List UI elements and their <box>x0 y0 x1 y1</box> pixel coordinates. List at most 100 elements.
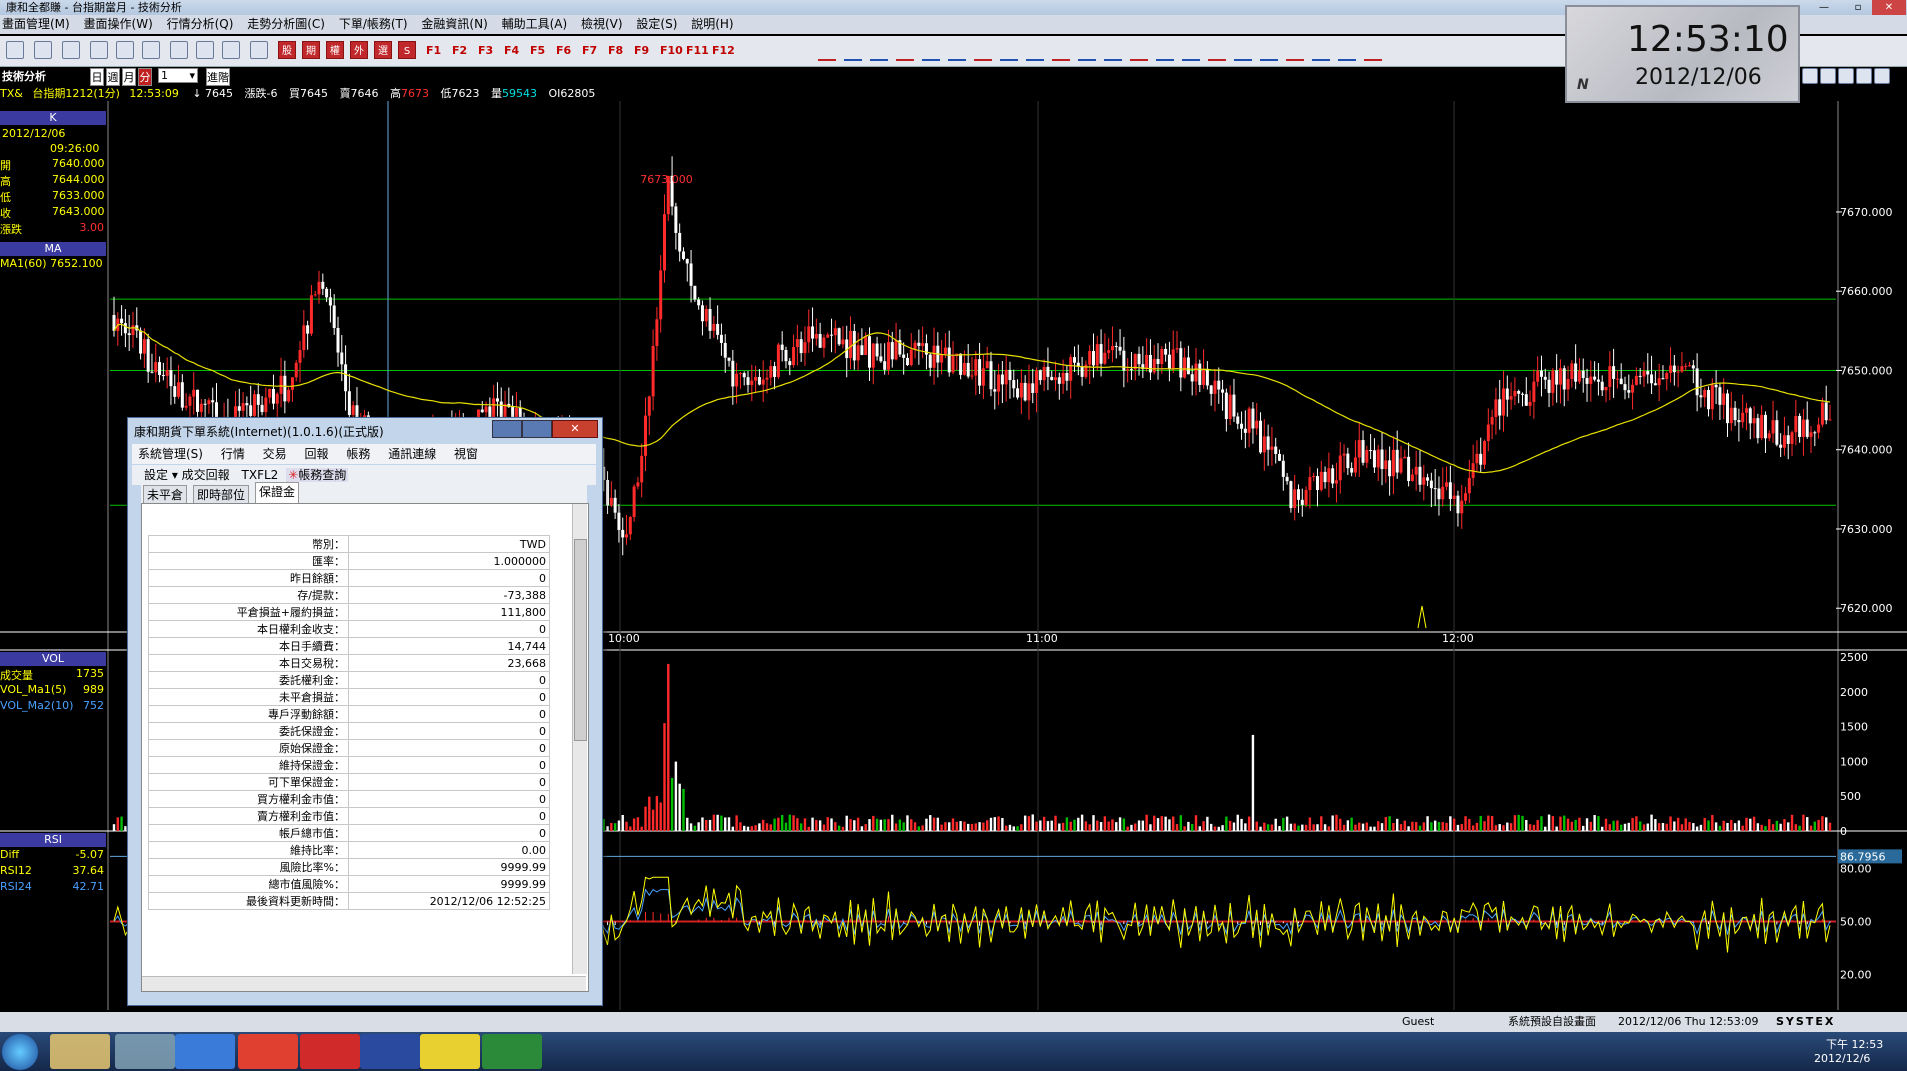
dialog-account-query-button[interactable]: ✳帳務查詢 <box>286 468 349 482</box>
menu-item-trend-chart[interactable]: 走勢分析圖(C) <box>245 15 333 34</box>
tab-realtime-positions[interactable]: 即時部位 <box>193 485 250 504</box>
drawing-tool-icon[interactable] <box>1156 43 1174 61</box>
function-key-f3[interactable]: F3 <box>478 44 493 57</box>
dialog-menu-account[interactable]: 帳務 <box>346 447 370 461</box>
period-tab-minute[interactable]: 分 <box>138 68 152 86</box>
function-key-f10[interactable]: F10 <box>660 44 683 57</box>
menu-item-screen-ops[interactable]: 畫面操作(W) <box>82 15 161 34</box>
menu-item-quote-analysis[interactable]: 行情分析(Q) <box>165 15 242 34</box>
grid-icon[interactable] <box>116 41 134 59</box>
window-icon[interactable] <box>6 41 24 59</box>
drawing-tool-icon[interactable] <box>1260 43 1278 61</box>
drawing-tool-icon[interactable] <box>1182 43 1200 61</box>
zoom-icon[interactable] <box>1802 68 1818 84</box>
drawing-tool-icon[interactable] <box>870 43 888 61</box>
concord-logo-icon[interactable] <box>250 41 268 59</box>
drawing-tool-icon[interactable] <box>1026 43 1044 61</box>
advanced-button[interactable]: 進階 <box>206 68 230 86</box>
function-key-f7[interactable]: F7 <box>582 44 597 57</box>
futures-button[interactable]: 期 <box>302 41 320 59</box>
dialog-menu-report[interactable]: 回報 <box>305 447 329 461</box>
menu-item-order-account[interactable]: 下單/帳務(T) <box>337 15 416 34</box>
dialog-minimize-button[interactable] <box>492 420 522 438</box>
lightning-app-icon[interactable] <box>420 1034 480 1069</box>
drawing-tool-icon[interactable] <box>844 43 862 61</box>
drawing-tool-icon[interactable] <box>1208 43 1226 61</box>
options-button[interactable]: 選 <box>374 41 392 59</box>
menu-item-tools[interactable]: 輔助工具(A) <box>500 15 576 34</box>
function-key-f5[interactable]: F5 <box>530 44 545 57</box>
drawing-tool-icon[interactable] <box>1338 43 1356 61</box>
drawing-tool-icon[interactable] <box>1078 43 1096 61</box>
function-key-f12[interactable]: F12 <box>712 44 735 57</box>
drawing-tool-icon[interactable] <box>948 43 966 61</box>
warrant-button[interactable]: 權 <box>326 41 344 59</box>
drawing-tool-icon[interactable] <box>1364 43 1382 61</box>
drawing-tool-icon[interactable] <box>1104 43 1122 61</box>
function-key-f1[interactable]: F1 <box>426 44 441 57</box>
function-key-f2[interactable]: F2 <box>452 44 467 57</box>
excel-icon[interactable] <box>482 1034 542 1069</box>
function-key-f6[interactable]: F6 <box>556 44 571 57</box>
app-icon[interactable] <box>115 1034 175 1069</box>
dialog-menu-trade[interactable]: 交易 <box>263 447 287 461</box>
stock-button[interactable]: 股 <box>278 41 296 59</box>
period-tab-day[interactable]: 日 <box>90 68 104 86</box>
period-tab-month[interactable]: 月 <box>122 68 136 86</box>
dialog-maximize-button[interactable] <box>522 420 552 438</box>
dialog-menu-window[interactable]: 視窗 <box>454 447 478 461</box>
print-icon[interactable] <box>1820 68 1836 84</box>
drawing-tool-icon[interactable] <box>896 43 914 61</box>
drawing-tool-icon[interactable] <box>1286 43 1304 61</box>
search-icon[interactable] <box>62 41 80 59</box>
chrome-icon[interactable] <box>238 1034 298 1069</box>
maximize-button[interactable]: ▫ <box>1841 0 1875 15</box>
file-explorer-icon[interactable] <box>50 1034 110 1069</box>
order-dialog[interactable]: 康和期貨下單系統(Internet)(1.0.1.6)(正式版) ✕ 系統管理(… <box>127 417 603 1006</box>
dialog-close-button[interactable]: ✕ <box>552 420 598 438</box>
menu-item-help[interactable]: 說明(H) <box>689 15 741 34</box>
maximize-icon[interactable] <box>1856 68 1872 84</box>
tab-open-positions[interactable]: 未平倉 <box>143 485 188 504</box>
drawing-tool-icon[interactable] <box>1234 43 1252 61</box>
menu-item-view[interactable]: 檢視(V) <box>579 15 631 34</box>
function-key-f11[interactable]: F11 <box>686 44 709 57</box>
s-button[interactable]: S <box>398 41 416 59</box>
dialog-menu-quote[interactable]: 行情 <box>221 447 245 461</box>
foreign-button[interactable]: 外 <box>350 41 368 59</box>
table-icon[interactable] <box>142 41 160 59</box>
restore-icon[interactable] <box>1838 68 1854 84</box>
drawing-tool-icon[interactable] <box>1130 43 1148 61</box>
calendar-icon[interactable] <box>222 41 240 59</box>
minimize-button[interactable]: — <box>1807 0 1841 15</box>
close-icon[interactable] <box>1874 68 1890 84</box>
close-button[interactable]: ✕ <box>1872 0 1906 15</box>
tab-margin[interactable]: 保證金 <box>255 482 300 504</box>
dialog-menu-connection[interactable]: 通訊連線 <box>388 447 436 461</box>
settings-icon[interactable] <box>34 41 52 59</box>
dialog-settings-button[interactable]: 設定 <box>144 468 168 482</box>
menu-item-settings[interactable]: 設定(S) <box>634 15 685 34</box>
report-icon[interactable] <box>196 41 214 59</box>
concord-icon[interactable] <box>360 1034 420 1069</box>
function-key-f9[interactable]: F9 <box>634 44 649 57</box>
close-icon[interactable] <box>90 41 108 59</box>
dialog-menu-system[interactable]: 系統管理(S) <box>138 447 203 461</box>
dialog-fills-button[interactable]: 成交回報 <box>182 468 230 482</box>
interval-select[interactable]: 1 ▾ <box>158 68 198 83</box>
drawing-tool-icon[interactable] <box>1312 43 1330 61</box>
drawing-tool-icon[interactable] <box>974 43 992 61</box>
flash-app-icon[interactable] <box>300 1034 360 1069</box>
drawing-tool-icon[interactable] <box>1052 43 1070 61</box>
drawing-tool-icon[interactable] <box>818 43 836 61</box>
horizontal-scrollbar[interactable] <box>142 976 586 991</box>
period-tab-week[interactable]: 週 <box>106 68 120 86</box>
function-key-f4[interactable]: F4 <box>504 44 519 57</box>
coin-icon[interactable] <box>170 41 188 59</box>
vertical-scrollbar[interactable] <box>572 504 587 974</box>
function-key-f8[interactable]: F8 <box>608 44 623 57</box>
drawing-tool-icon[interactable] <box>1000 43 1018 61</box>
menu-item-financial-info[interactable]: 金融資訊(N) <box>419 15 495 34</box>
menu-item-screen-manage[interactable]: 畫面管理(M) <box>0 15 78 34</box>
scrollbar-thumb[interactable] <box>574 539 587 741</box>
